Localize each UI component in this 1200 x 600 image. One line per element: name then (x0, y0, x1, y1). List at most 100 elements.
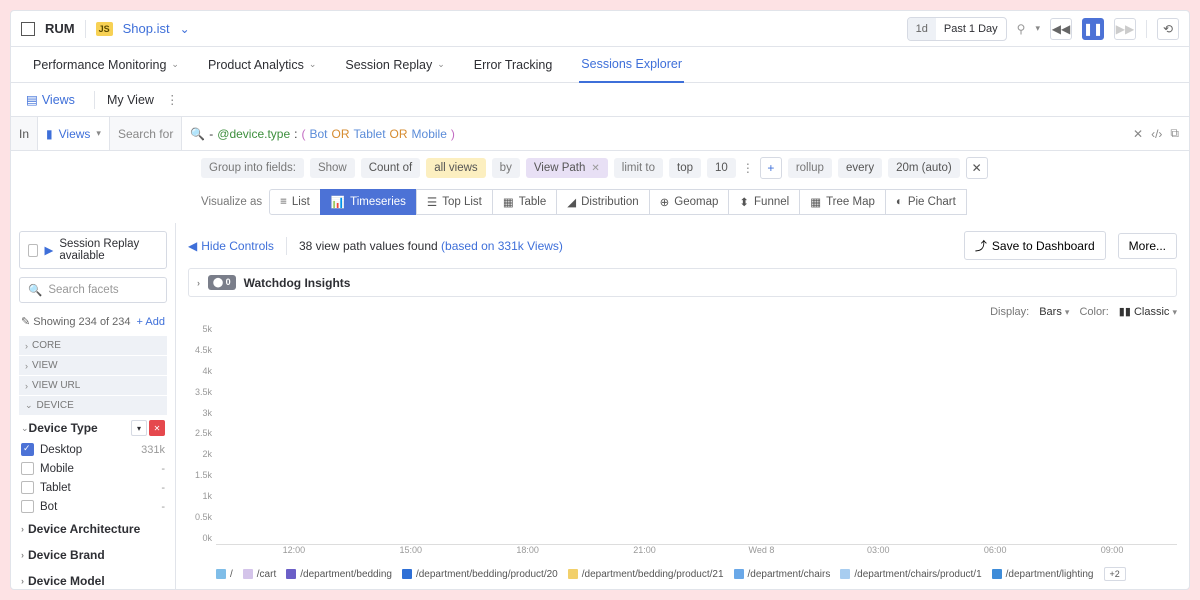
clear-query-icon[interactable]: ✕ (1133, 127, 1143, 141)
checkbox-icon[interactable] (21, 500, 34, 513)
play-icon: ▶ (44, 243, 53, 257)
search-icon: 🔍 (190, 127, 205, 141)
timeseries-chart[interactable]: 5k4.5k4k3.5k3k2.5k2k1.5k1k0.5k0k 12:0015… (188, 322, 1177, 561)
hide-controls-button[interactable]: ◀ Hide Controls (188, 239, 274, 253)
viz-timeseries[interactable]: 📊Timeseries (320, 189, 417, 215)
search-facets-input[interactable]: 🔍 Search facets (19, 277, 167, 303)
display-type-dropdown[interactable]: Bars ▾ (1039, 306, 1069, 318)
legend-item[interactable]: / (216, 569, 233, 580)
add-group-button[interactable]: + (760, 157, 782, 179)
facet-group-view-url[interactable]: ›VIEW URL (19, 376, 167, 395)
tab-session-replay[interactable]: Session Replay ⌄ (343, 48, 446, 82)
results-link[interactable]: (based on 331k Views) (441, 239, 563, 253)
legend-item[interactable]: /department/bedding/product/21 (568, 569, 724, 580)
rum-label: RUM (45, 21, 75, 36)
clear-filter-button[interactable]: ✕ (149, 420, 165, 436)
time-short[interactable]: 1d (908, 18, 936, 40)
viz-icon: ◐ (896, 196, 903, 208)
device-type-header[interactable]: Device Type (29, 421, 98, 435)
tab-error-tracking[interactable]: Error Tracking (472, 48, 555, 82)
checkbox-icon[interactable] (21, 481, 34, 494)
facet-device-architecture[interactable]: ›Device Architecture (19, 516, 167, 542)
views-link[interactable]: ▤ Views (19, 87, 82, 112)
viz-distribution[interactable]: ◢Distribution (556, 189, 649, 215)
every-pill[interactable]: every (838, 158, 882, 178)
refresh-button[interactable]: ⟲ (1157, 18, 1179, 40)
legend-item[interactable]: /department/bedding/product/20 (402, 569, 558, 580)
viz-icon: ⊕ (660, 195, 670, 209)
viz-tree-map[interactable]: ▦Tree Map (799, 189, 886, 215)
facet-option-mobile[interactable]: Mobile- (19, 459, 167, 478)
chevron-down-icon[interactable]: ⌄ (21, 423, 29, 434)
tab-product-analytics[interactable]: Product Analytics ⌄ (206, 48, 318, 82)
time-range-picker[interactable]: 1d Past 1 Day (907, 17, 1007, 41)
more-button[interactable]: More... (1118, 233, 1177, 259)
viz-funnel[interactable]: ⬍Funnel (728, 189, 800, 215)
legend-item[interactable]: /department/bedding (286, 569, 392, 580)
legend-more[interactable]: +2 (1104, 567, 1126, 581)
viz-icon: ≡ (280, 196, 287, 208)
copy-icon[interactable]: ⧉ (1170, 126, 1179, 141)
viz-pie-chart[interactable]: ◐Pie Chart (885, 189, 967, 215)
limit-kebab-icon[interactable]: ⋮ (742, 161, 754, 175)
forward-button[interactable]: ▶▶ (1114, 18, 1136, 40)
legend-item[interactable]: /cart (243, 569, 276, 580)
viz-icon: ◢ (567, 195, 576, 209)
separator (85, 20, 86, 38)
legend-item[interactable]: /department/lighting (992, 569, 1094, 580)
legend-item[interactable]: /department/chairs (734, 569, 831, 580)
color-scheme-dropdown[interactable]: ▮▮ Classic ▾ (1119, 305, 1177, 318)
rum-icon (21, 22, 35, 36)
pin-icon[interactable]: ⚲ (1017, 22, 1026, 36)
facet-group-view[interactable]: ›VIEW (19, 356, 167, 375)
rollup-value[interactable]: 20m (auto) (888, 158, 960, 178)
pause-button[interactable]: ❚❚ (1082, 18, 1104, 40)
visualize-label: Visualize as (201, 196, 262, 208)
app-name[interactable]: Shop.ist (123, 21, 170, 36)
app-dropdown-icon[interactable]: ⌄ (180, 22, 190, 36)
facet-device-model[interactable]: ›Device Model (19, 568, 167, 589)
viz-geomap[interactable]: ⊕Geomap (649, 189, 730, 215)
facet-option-tablet[interactable]: Tablet- (19, 478, 167, 497)
limit-value[interactable]: 10 (707, 158, 736, 178)
separator (94, 91, 95, 109)
remove-viewpath-icon[interactable]: ✕ (591, 163, 599, 174)
viz-icon: ☰ (427, 195, 437, 209)
tab-sessions-explorer[interactable]: Sessions Explorer (579, 47, 684, 83)
session-replay-checkbox[interactable]: ▶ Session Replay available (19, 231, 167, 269)
code-icon[interactable]: ‹/› (1151, 127, 1162, 141)
viz-table[interactable]: ▦Table (492, 189, 557, 215)
rewind-button[interactable]: ◀◀ (1050, 18, 1072, 40)
scope-dropdown[interactable]: ▮Views▾ (38, 117, 110, 150)
time-long[interactable]: Past 1 Day (936, 18, 1006, 40)
add-facet-button[interactable]: + Add (137, 316, 165, 328)
viewpath-pill[interactable]: View Path✕ (526, 158, 608, 178)
save-dashboard-button[interactable]: ⤴ Save to Dashboard (964, 231, 1106, 260)
separator (1146, 20, 1147, 38)
watchdog-panel[interactable]: › ⬤ 0 Watchdog Insights (188, 268, 1177, 297)
top-pill[interactable]: top (669, 158, 701, 178)
remove-rollup-button[interactable]: ✕ (966, 157, 988, 179)
my-view-label[interactable]: My View (107, 93, 154, 107)
facet-device-brand[interactable]: ›Device Brand (19, 542, 167, 568)
query-input[interactable]: 🔍 -@device.type:(Bot OR Tablet OR Mobile… (182, 117, 1123, 150)
facet-option-bot[interactable]: Bot- (19, 497, 167, 516)
checkbox-icon[interactable] (28, 244, 38, 257)
kebab-icon[interactable]: ⋮ (166, 92, 179, 107)
watchdog-badge: ⬤ 0 (208, 275, 236, 290)
limit-label: limit to (614, 158, 663, 178)
filter-icon[interactable]: ▾ (131, 420, 147, 436)
legend-item[interactable]: /department/chairs/product/1 (840, 569, 981, 580)
facet-group-device[interactable]: ⌄DEVICE (19, 396, 167, 415)
checkbox-icon[interactable] (21, 443, 34, 456)
time-dropdown-icon[interactable]: ▾ (1035, 23, 1040, 34)
facet-option-desktop[interactable]: Desktop331k (19, 440, 167, 459)
in-label: In (11, 117, 38, 150)
viz-list[interactable]: ≡List (269, 189, 321, 215)
checkbox-icon[interactable] (21, 462, 34, 475)
allviews-pill[interactable]: all views (426, 158, 485, 178)
facet-group-core[interactable]: ›CORE (19, 336, 167, 355)
count-pill[interactable]: Count of (361, 158, 420, 178)
viz-top-list[interactable]: ☰Top List (416, 189, 493, 215)
tab-performance-monitoring[interactable]: Performance Monitoring ⌄ (31, 48, 181, 82)
